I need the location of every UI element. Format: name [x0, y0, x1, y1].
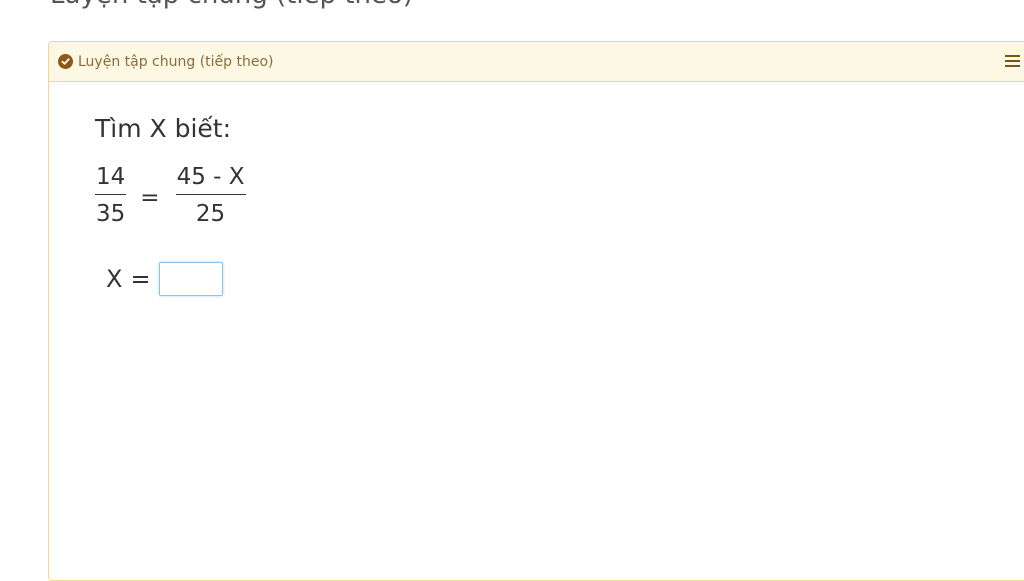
panel-header: Luyện tập chung (tiếp theo) — [49, 42, 1024, 82]
answer-equals-sign: = — [130, 265, 151, 293]
right-denominator: 25 — [195, 201, 226, 227]
exercise-panel: Luyện tập chung (tiếp theo) Tìm X biết: … — [48, 41, 1024, 581]
right-numerator: 45 - X — [176, 164, 245, 190]
equals-sign: = — [140, 184, 160, 211]
answer-input[interactable] — [158, 262, 223, 296]
panel-title: Luyện tập chung (tiếp theo) — [78, 53, 274, 70]
right-fraction: 45 - X 25 — [175, 164, 246, 227]
answer-label: X — [106, 265, 123, 293]
left-numerator: 14 — [96, 164, 126, 190]
answer-row: X = — [106, 262, 223, 296]
equation: 14 35 = 45 - X 25 — [95, 164, 246, 227]
check-circle-icon — [58, 54, 73, 69]
page-heading: Luyện tập chung (tiếp theo) — [50, 0, 413, 10]
left-denominator: 35 — [96, 201, 126, 227]
left-fraction: 14 35 — [95, 164, 127, 227]
hamburger-menu-icon[interactable] — [1005, 52, 1023, 70]
question-prompt: Tìm X biết: — [95, 114, 232, 143]
